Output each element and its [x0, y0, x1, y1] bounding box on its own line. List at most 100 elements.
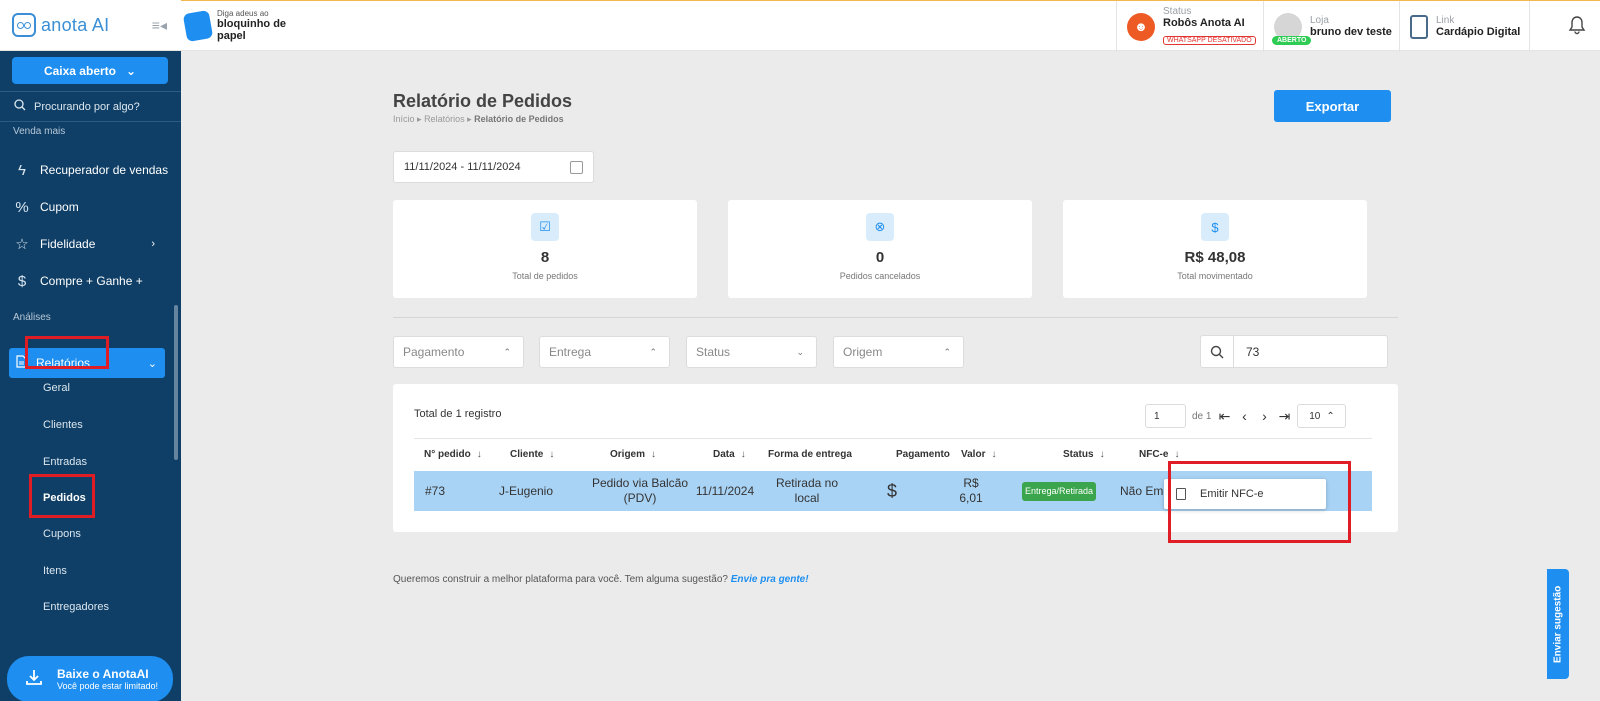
sidebar-sub-entregadores[interactable]: Entregadores [43, 601, 109, 613]
sidebar-item-fidelidade[interactable]: ☆ Fidelidade › [0, 229, 181, 259]
filter-status[interactable]: Status ⌄ [686, 336, 817, 368]
highlight-relatorios [25, 336, 109, 369]
link-block[interactable]: Link Cardápio Digital [1399, 1, 1529, 52]
star-icon: ☆ [15, 236, 29, 253]
anota-logo-icon [12, 13, 36, 37]
chevron-up-icon: ⌃ [503, 346, 511, 357]
loja-label: Loja [1310, 15, 1329, 26]
filter-placeholder: Entrega [549, 345, 592, 359]
section-analises: Análises [13, 312, 51, 323]
search-value: 73 [1246, 344, 1260, 359]
promo-line1: Diga adeus ao [217, 9, 269, 18]
sidebar-item-cupom[interactable]: % Cupom [0, 192, 181, 222]
download-subtitle: Você pode estar limitado! [57, 681, 159, 691]
robot-icon: ☻ [1127, 12, 1155, 41]
logo-bar: anota AI ≡◂ [0, 0, 181, 51]
chevron-up-icon: ⌃ [1326, 410, 1335, 422]
cell-origem: Pedido via Balcão (PDV) [591, 476, 689, 505]
total-registros: Total de 1 registro [414, 408, 502, 420]
last-page-icon[interactable]: ⇥ [1277, 408, 1291, 425]
cancel-circle-icon: ⊗ [866, 213, 894, 241]
page-number-input[interactable]: 1 [1145, 404, 1186, 428]
sort-arrow-icon: ↓ [651, 449, 657, 460]
col-origem[interactable]: Origem ↓ [610, 449, 656, 460]
prev-page-icon[interactable]: ‹ [1237, 408, 1251, 424]
sidebar-item-label: Cupom [40, 200, 79, 214]
aberto-badge: ABERTO [1272, 36, 1312, 45]
sidebar-item-recuperador[interactable]: ϟ Recuperador de vendas [0, 155, 181, 185]
sidebar-sub-itens[interactable]: Itens [43, 565, 67, 577]
col-pedido[interactable]: N° pedido ↓ [424, 449, 482, 460]
top-bar: Diga adeus ao bloquinho de papel ☻ Statu… [181, 0, 1600, 52]
notifications-block[interactable] [1529, 1, 1600, 52]
sort-arrow-icon: ↓ [1174, 449, 1180, 460]
export-button[interactable]: Exportar [1274, 90, 1391, 122]
filter-pagamento[interactable]: Pagamento ⌃ [393, 336, 524, 368]
section-venda-mais: Venda mais [13, 126, 66, 137]
sidebar-item-label: Compre + Ganhe + [40, 274, 143, 288]
sidebar-item-compre-ganhe[interactable]: $ Compre + Ganhe + [0, 266, 181, 296]
bell-icon[interactable] [1568, 15, 1586, 35]
breadcrumb-current: Relatório de Pedidos [474, 114, 564, 124]
col-cliente[interactable]: Cliente ↓ [510, 449, 554, 460]
enviar-sugestao-tab[interactable]: Enviar sugestão [1547, 569, 1569, 679]
page-size-value: 10 [1309, 410, 1321, 422]
sidebar-item-label: Recuperador de vendas [40, 163, 169, 177]
cell-valor: R$ 6,01 [959, 476, 983, 505]
menu-card-icon [1410, 14, 1428, 39]
cell-entrega: Retirada no local [775, 476, 839, 505]
download-title: Baixe o AnotaAI [57, 667, 149, 681]
chevron-down-icon: ⌄ [147, 357, 157, 370]
col-valor[interactable]: Valor ↓ [961, 449, 996, 460]
chevron-right-icon: › [151, 238, 155, 250]
sidebar-sub-entradas[interactable]: Entradas [43, 456, 87, 468]
sidebar: anota AI ≡◂ Caixa aberto ⌄ Procurando po… [0, 0, 181, 701]
lightning-icon: ϟ [18, 161, 26, 179]
sidebar-sub-clientes[interactable]: Clientes [43, 419, 83, 431]
sort-arrow-icon: ↓ [476, 449, 482, 460]
highlight-emitir-nfce [1168, 461, 1351, 543]
breadcrumb-relatorios[interactable]: Relatórios [424, 114, 465, 124]
filter-origem[interactable]: Origem ⌃ [833, 336, 964, 368]
sidebar-scrollbar[interactable] [174, 305, 178, 460]
col-nfce[interactable]: NFC-e ↓ [1139, 449, 1179, 460]
download-app-button[interactable]: Baixe o AnotaAI Você pode estar limitado… [7, 656, 173, 701]
breadcrumb-separator-icon: ▸ [417, 114, 425, 124]
cell-pagamento-dollar-icon: $ [886, 480, 897, 501]
caixa-aberto-button[interactable]: Caixa aberto ⌄ [12, 57, 168, 84]
feedback-link[interactable]: Envie pra gente! [731, 574, 809, 585]
first-page-icon[interactable]: ⇤ [1217, 408, 1231, 425]
stat-label: Pedidos cancelados [839, 271, 921, 281]
sidebar-sub-geral[interactable]: Geral [43, 382, 70, 394]
col-pagamento: Pagamento [896, 449, 950, 460]
filter-entrega[interactable]: Entrega ⌃ [539, 336, 670, 368]
stat-label: Total movimentado [1177, 271, 1253, 281]
chevron-up-icon: ⌃ [649, 346, 657, 357]
highlight-pedidos [29, 474, 95, 518]
page-title: Relatório de Pedidos [393, 91, 573, 111]
stat-value: R$ 48,08 [1184, 249, 1246, 266]
percent-icon: % [15, 198, 29, 216]
status-block[interactable]: ☻ Status Robôs Anota AI WHATSAPP DESATIV… [1116, 1, 1263, 52]
col-status[interactable]: Status ↓ [1063, 449, 1105, 460]
collapse-menu-icon[interactable]: ≡◂ [152, 17, 167, 34]
date-range-value: 11/11/2024 - 11/11/2024 [404, 161, 521, 173]
col-data[interactable]: Data ↓ [713, 449, 746, 460]
sidebar-search[interactable]: Procurando por algo? [0, 91, 181, 122]
search-input[interactable]: 73 [1200, 335, 1388, 368]
filter-placeholder: Status [696, 345, 731, 359]
breadcrumb-inicio[interactable]: Início [393, 114, 415, 124]
sort-arrow-icon: ↓ [549, 449, 555, 460]
sort-arrow-icon: ↓ [740, 449, 746, 460]
promo-banner[interactable]: Diga adeus ao bloquinho de papel [182, 9, 286, 42]
date-range-picker[interactable]: 11/11/2024 - 11/11/2024 [393, 151, 594, 183]
page-size-select[interactable]: 10 ⌃ [1297, 404, 1347, 428]
caixa-label: Caixa aberto [43, 63, 116, 78]
stat-value: 0 [875, 249, 885, 266]
checkbox-icon: ☑ [531, 213, 559, 241]
next-page-icon[interactable]: › [1257, 408, 1271, 424]
sidebar-sub-cupons[interactable]: Cupons [43, 528, 81, 540]
filter-placeholder: Origem [843, 345, 883, 359]
chevron-down-icon: ⌄ [796, 346, 804, 357]
cell-data: 11/11/2024 [695, 483, 755, 498]
